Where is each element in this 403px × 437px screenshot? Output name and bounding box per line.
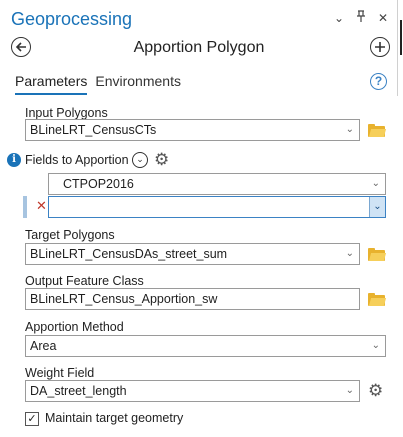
- tool-title: Apportion Polygon: [133, 39, 265, 56]
- chevron-down-icon: ⌄: [371, 340, 380, 351]
- add-icon[interactable]: [370, 37, 390, 57]
- chevron-down-icon: ⌄: [345, 124, 354, 135]
- browse-folder-icon[interactable]: [368, 293, 387, 306]
- close-icon[interactable]: ✕: [376, 11, 390, 25]
- maintain-geometry-checkbox[interactable]: ✓: [25, 412, 39, 426]
- target-polygons-dropdown[interactable]: BLineLRT_CensusDAs_street_sum ⌄: [25, 243, 360, 265]
- tab-parameters[interactable]: Parameters: [15, 73, 88, 95]
- adjacent-pane-edge: [398, 0, 403, 437]
- pane-title: Geoprocessing: [11, 9, 133, 29]
- target-polygons-value: BLineLRT_CensusDAs_street_sum: [30, 247, 228, 261]
- output-feature-class-label: Output Feature Class: [25, 274, 144, 288]
- browse-folder-icon[interactable]: [368, 248, 387, 261]
- row-drag-handle[interactable]: [23, 196, 27, 218]
- input-polygons-value: BLineLRT_CensusCTs: [30, 123, 157, 137]
- chevron-down-icon[interactable]: ⌄: [332, 11, 346, 25]
- target-polygons-label: Target Polygons: [25, 228, 115, 242]
- chevron-down-icon: ⌄: [345, 248, 354, 259]
- output-feature-class-input[interactable]: BLineLRT_Census_Apportion_sw: [25, 288, 360, 310]
- browse-folder-icon[interactable]: [368, 124, 387, 137]
- chevron-down-icon: ⌄: [345, 385, 354, 396]
- titlebar-icons: ⌄ ✕: [332, 10, 390, 25]
- tool-header: Apportion Polygon: [0, 34, 398, 62]
- help-icon[interactable]: ?: [370, 73, 387, 90]
- cursor-bar: [400, 20, 402, 55]
- input-polygons-dropdown[interactable]: BLineLRT_CensusCTs ⌄: [25, 119, 360, 141]
- weight-field-value: DA_street_length: [30, 384, 127, 398]
- field-row-2[interactable]: ⌄: [48, 196, 386, 218]
- input-polygons-label: Input Polygons: [25, 106, 108, 120]
- weight-field-dropdown[interactable]: DA_street_length ⌄: [25, 380, 360, 402]
- apportion-method-label: Apportion Method: [25, 320, 124, 334]
- collapse-chevron-icon[interactable]: ⌄: [132, 152, 148, 168]
- apportion-method-dropdown[interactable]: Area ⌄: [25, 335, 386, 357]
- geoprocessing-pane: Geoprocessing ⌄ ✕ Apportion Polygon Para…: [0, 0, 398, 437]
- field-row-1-value: CTPOP2016: [63, 177, 134, 191]
- maintain-geometry-label: Maintain target geometry: [45, 411, 184, 425]
- field-row-1[interactable]: CTPOP2016 ⌄: [48, 173, 386, 195]
- tab-strip: Parameters Environments: [15, 73, 181, 95]
- parameters-form: Input Polygons BLineLRT_CensusCTs ⌄ i Fi…: [0, 96, 398, 437]
- pin-icon[interactable]: [354, 10, 368, 25]
- gear-icon[interactable]: ⚙: [368, 382, 383, 399]
- apportion-method-value: Area: [30, 339, 57, 353]
- weight-field-label: Weight Field: [25, 366, 95, 380]
- remove-row-icon[interactable]: ✕: [36, 198, 47, 214]
- gear-icon[interactable]: ⚙: [154, 151, 169, 168]
- output-feature-class-value: BLineLRT_Census_Apportion_sw: [30, 292, 218, 306]
- fields-to-apportion-label: Fields to Apportion: [25, 153, 129, 167]
- chevron-down-icon: ⌄: [371, 178, 380, 189]
- info-icon[interactable]: i: [7, 153, 21, 167]
- pane-titlebar: Geoprocessing ⌄ ✕: [0, 0, 398, 34]
- chevron-down-icon[interactable]: ⌄: [369, 197, 385, 217]
- tab-environments[interactable]: Environments: [95, 73, 181, 95]
